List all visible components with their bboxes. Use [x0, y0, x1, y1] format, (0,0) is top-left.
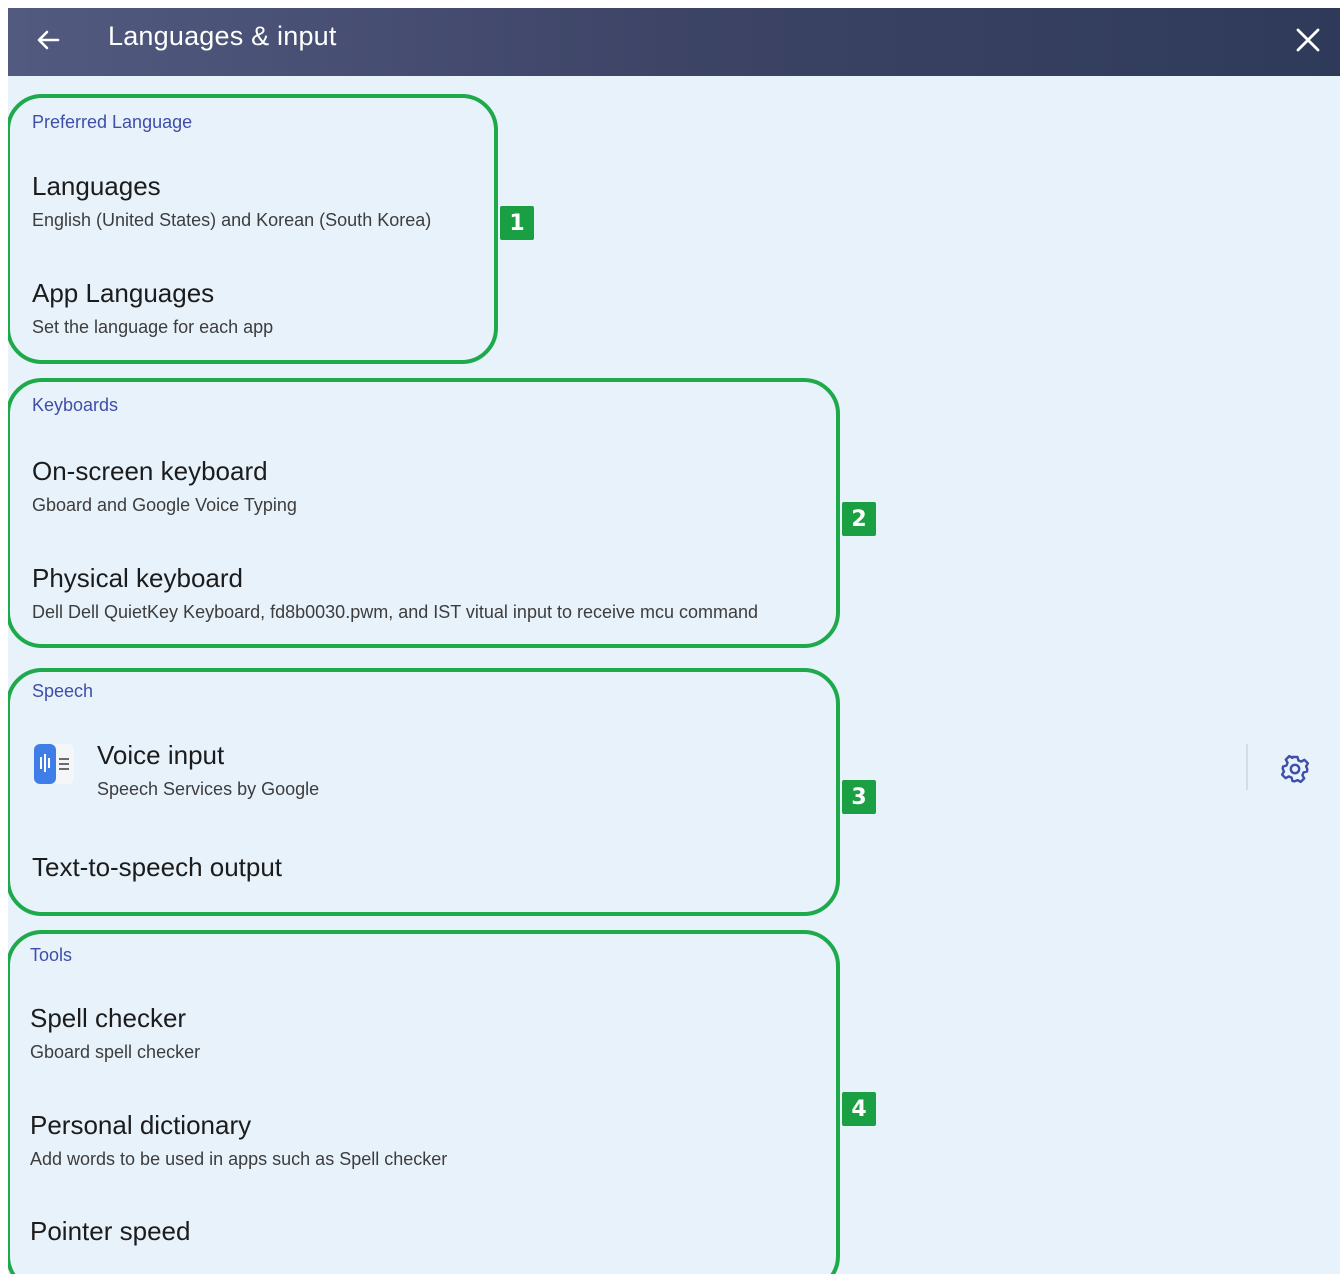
on-screen-keyboard-title: On-screen keyboard	[32, 456, 268, 486]
app-languages-title: App Languages	[32, 278, 215, 308]
personal-dictionary-title: Personal dictionary	[30, 1110, 252, 1140]
spell-checker-title: Spell checker	[30, 1003, 187, 1033]
languages-subtitle: English (United States) and Korean (Sout…	[32, 210, 432, 230]
annotation-badge-4: 4	[842, 1092, 876, 1126]
languages-title: Languages	[32, 171, 161, 201]
annotation-badge-1: 1	[500, 206, 534, 240]
personal-dictionary-item[interactable]: Personal dictionary Add words to be used…	[30, 1110, 830, 1180]
physical-keyboard-subtitle: Dell Dell QuietKey Keyboard, fd8b0030.pw…	[32, 602, 759, 622]
text-to-speech-item[interactable]: Text-to-speech output	[32, 852, 832, 902]
on-screen-keyboard-subtitle: Gboard and Google Voice Typing	[32, 495, 297, 515]
page-title: Languages & input	[108, 21, 337, 51]
voice-input-subtitle: Speech Services by Google	[97, 779, 320, 799]
languages-item[interactable]: Languages English (United States) and Ko…	[32, 171, 492, 241]
section-title-speech: Speech	[32, 681, 94, 701]
spell-checker-item[interactable]: Spell checker Gboard spell checker	[30, 1003, 830, 1073]
annotation-badge-2: 2	[842, 502, 876, 536]
section-title-preferred-language: Preferred Language	[32, 112, 193, 132]
top-app-bar: Languages & input	[8, 8, 1340, 76]
voice-input-title: Voice input	[97, 740, 225, 770]
voice-input-app-icon	[32, 742, 76, 786]
pointer-speed-title: Pointer speed	[30, 1216, 191, 1246]
on-screen-keyboard-item[interactable]: On-screen keyboard Gboard and Google Voi…	[32, 456, 832, 526]
vertical-divider	[1246, 744, 1248, 790]
close-icon[interactable]	[1288, 20, 1328, 60]
section-title-keyboards: Keyboards	[32, 395, 119, 415]
gear-icon[interactable]	[1278, 752, 1312, 786]
arrow-left-icon[interactable]	[30, 22, 66, 58]
section-title-tools: Tools	[30, 945, 73, 965]
app-languages-subtitle: Set the language for each app	[32, 317, 274, 337]
spell-checker-subtitle: Gboard spell checker	[30, 1042, 201, 1062]
personal-dictionary-subtitle: Add words to be used in apps such as Spe…	[30, 1149, 448, 1169]
pointer-speed-item[interactable]: Pointer speed	[30, 1216, 830, 1266]
app-languages-item[interactable]: App Languages Set the language for each …	[32, 278, 492, 348]
settings-window: Languages & input Preferred Language Lan…	[8, 8, 1340, 1274]
text-to-speech-title: Text-to-speech output	[32, 852, 283, 882]
physical-keyboard-title: Physical keyboard	[32, 563, 243, 593]
physical-keyboard-item[interactable]: Physical keyboard Dell Dell QuietKey Key…	[32, 563, 832, 633]
annotation-badge-3: 3	[842, 780, 876, 814]
voice-input-item[interactable]: Voice input Speech Services by Google	[32, 738, 832, 808]
